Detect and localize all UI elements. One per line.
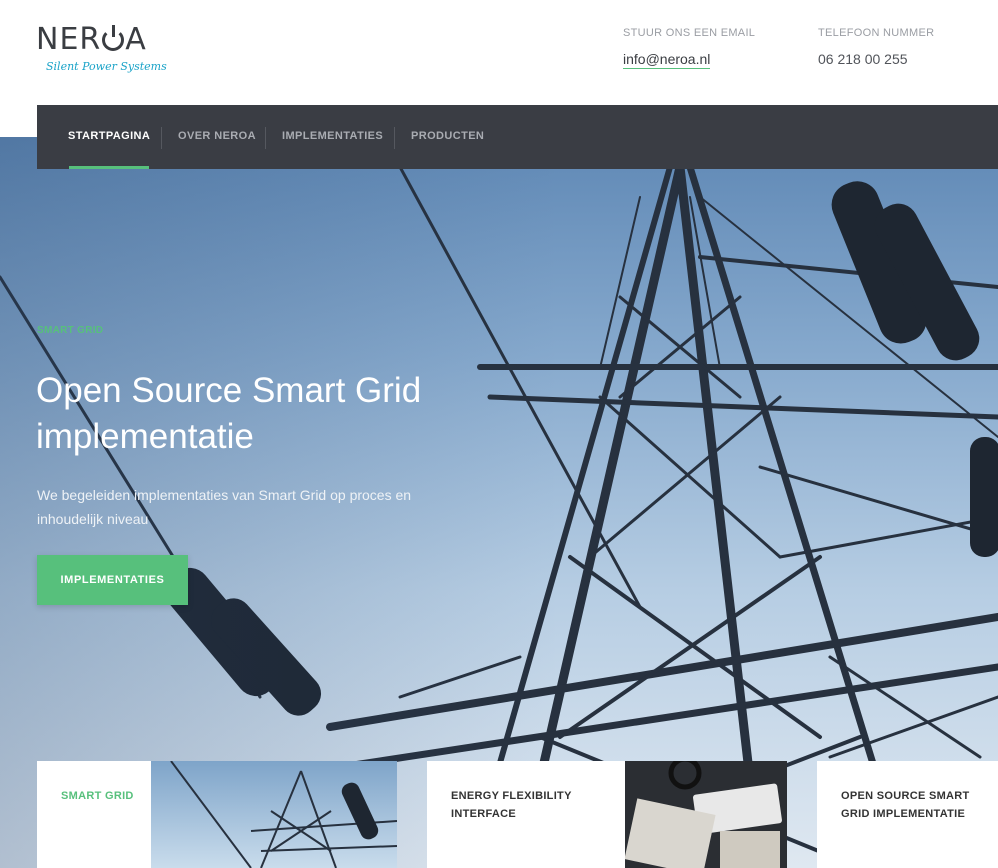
- hero-title: Open Source Smart Grid implementatie: [36, 371, 422, 456]
- power-icon: [102, 25, 125, 51]
- email-contact: STUUR ONS EEN EMAIL info@neroa.nl: [623, 27, 755, 69]
- nav-item-startpagina[interactable]: STARTPAGINA: [68, 105, 150, 169]
- logo-tagline: Silent Power Systems: [46, 60, 167, 73]
- card-tower-image: [151, 761, 397, 868]
- nav-divider: [161, 127, 162, 149]
- nav-item-implementaties[interactable]: IMPLEMENTATIES: [282, 105, 383, 169]
- nav-divider: [265, 127, 266, 149]
- email-label: STUUR ONS EEN EMAIL: [623, 27, 756, 39]
- main-navbar: STARTPAGINA OVER NEROA IMPLEMENTATIES PR…: [37, 105, 998, 169]
- nav-item-producten[interactable]: PRODUCTEN: [411, 105, 484, 169]
- hero-subtitle: We begeleiden implementaties van Smart G…: [37, 487, 412, 527]
- phone-contact: TELEFOON NUMMER 06 218 00 255: [818, 27, 934, 67]
- card-title: OPEN SOURCE SMART GRID IMPLEMENTATIE: [841, 790, 970, 820]
- card-smart-grid[interactable]: SMART GRID: [37, 761, 397, 868]
- phone-label: TELEFOON NUMMER: [818, 27, 935, 39]
- card-title: SMART GRID: [61, 790, 134, 802]
- neroa-logo[interactable]: NER A Silent Power Systems: [36, 22, 167, 78]
- card-title: ENERGY FLEXIBILITY INTERFACE: [451, 790, 572, 820]
- phone-number: 06 218 00 255: [818, 51, 908, 67]
- logo-wordmark: NER A: [36, 22, 147, 57]
- nav-divider: [394, 127, 395, 149]
- implementaties-button[interactable]: IMPLEMENTATIES: [37, 555, 188, 605]
- hero-kicker: SMART GRID: [37, 325, 104, 336]
- nav-item-over-neroa[interactable]: OVER NEROA: [178, 105, 256, 169]
- card-desk-image: [625, 761, 787, 868]
- email-link[interactable]: info@neroa.nl: [623, 51, 711, 69]
- card-energy-flexibility[interactable]: ENERGY FLEXIBILITY INTERFACE: [427, 761, 787, 868]
- card-open-source[interactable]: OPEN SOURCE SMART GRID IMPLEMENTATIE: [817, 761, 998, 868]
